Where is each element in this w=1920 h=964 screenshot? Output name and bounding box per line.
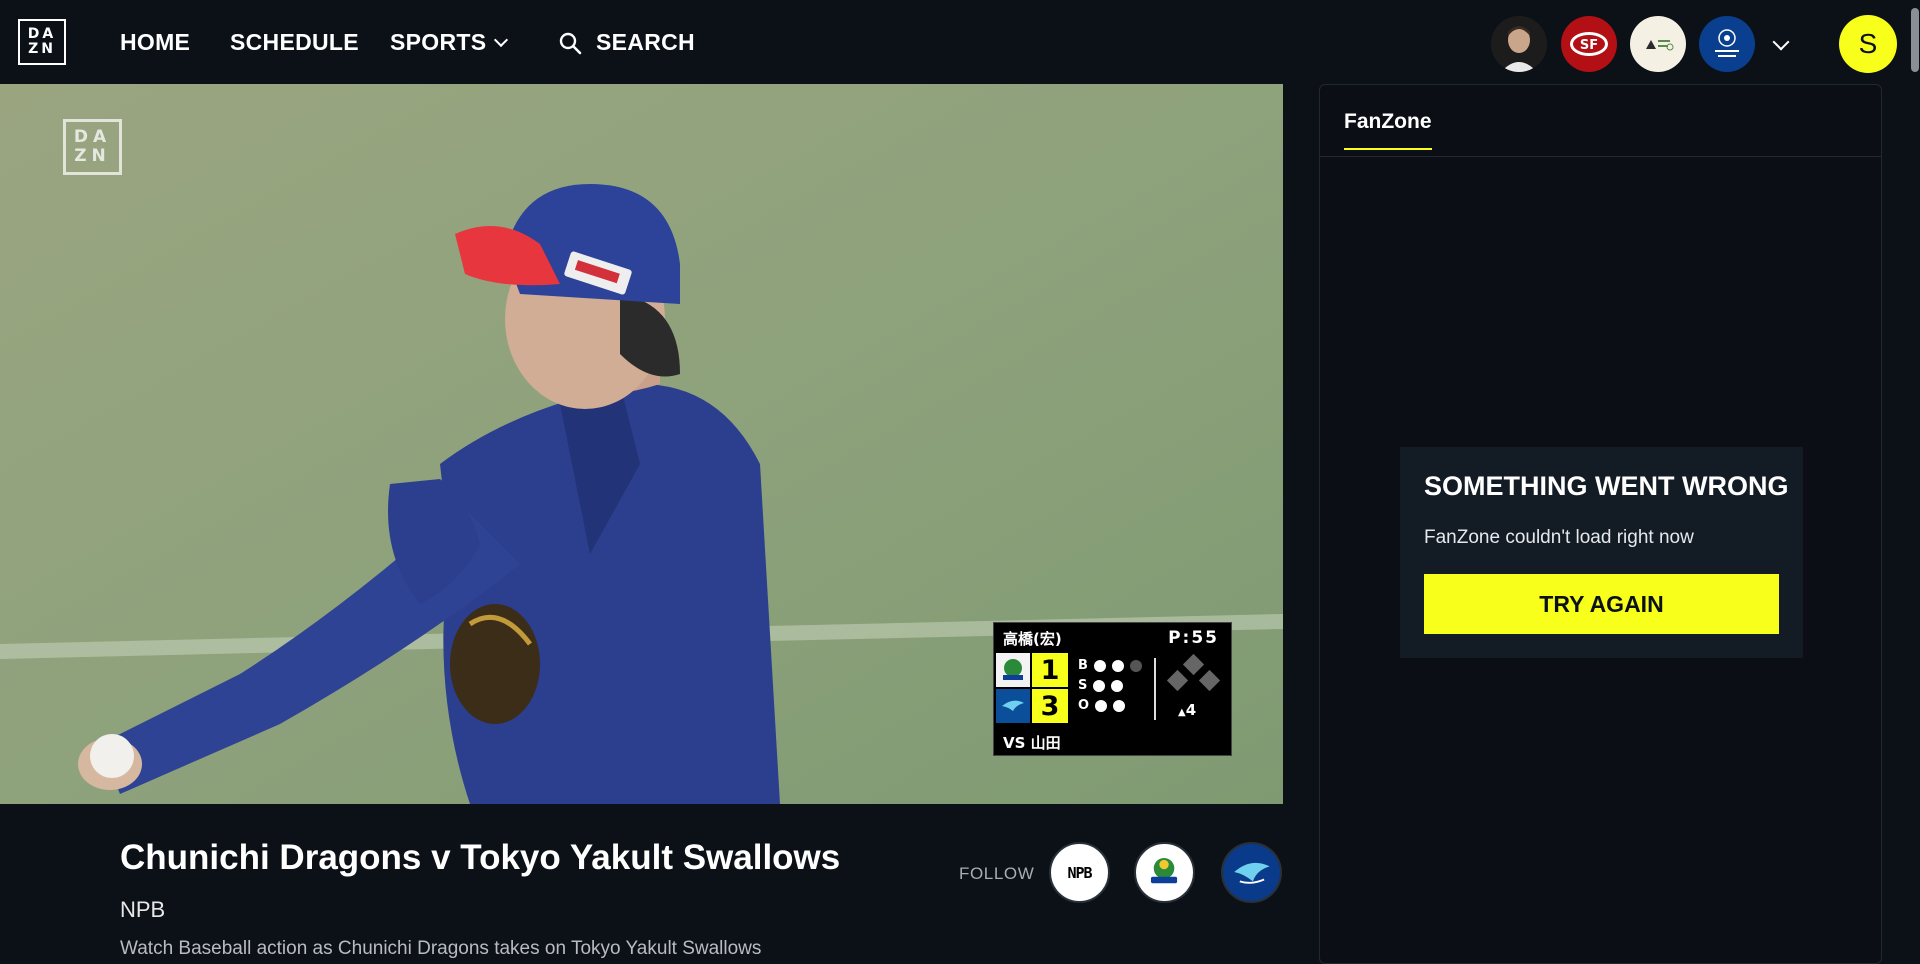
balls-label: B: [1078, 658, 1088, 673]
video-player[interactable]: DA ZN 高橋(宏) P:55 1 3 B S O ▲4 VS 山田: [0, 84, 1283, 804]
nav-sports-label: SPORTS: [390, 29, 487, 55]
event-title: Chunichi Dragons v Tokyo Yakult Swallows: [120, 838, 841, 877]
watermark-line-1: DA: [73, 127, 112, 147]
nav-search[interactable]: SEARCH: [558, 29, 695, 56]
npb-logo-text: NPB: [1067, 863, 1092, 882]
search-icon: [559, 32, 582, 54]
page-scrollbar-thumb[interactable]: [1911, 8, 1919, 72]
event-description: Watch Baseball action as Chunichi Dragon…: [120, 938, 762, 959]
champions-league-icon: [1715, 29, 1739, 57]
fanzone-panel: FanZone SOMETHING WENT WRONG FanZone cou…: [1319, 84, 1882, 964]
nav-search-label: SEARCH: [596, 29, 695, 55]
fanzone-error-card: SOMETHING WENT WRONG FanZone couldn't lo…: [1400, 447, 1803, 658]
strikes-label: S: [1078, 678, 1088, 693]
outs-label: O: [1078, 698, 1090, 713]
scoreboard-inning: ▲4: [1178, 701, 1196, 719]
scoreboard-team1-score: 1: [1032, 653, 1068, 687]
favorite-tournament[interactable]: [1630, 16, 1686, 72]
user-avatar[interactable]: S: [1839, 15, 1897, 73]
49ers-logo-icon: SF: [1570, 32, 1608, 56]
inning-number: 4: [1185, 701, 1197, 719]
scoreboard-batter: VS 山田: [1003, 734, 1061, 752]
scoreboard-balls: B: [1078, 658, 1142, 673]
out-dot-icon: [1095, 699, 1108, 712]
scoreboard-divider: [1154, 658, 1156, 720]
scoreboard-team2-score: 3: [1032, 689, 1068, 723]
nav-schedule[interactable]: SCHEDULE: [230, 29, 359, 56]
svg-text:SF: SF: [1580, 38, 1598, 53]
follow-label: FOLLOW: [959, 864, 1035, 883]
try-again-button[interactable]: TRY AGAIN: [1424, 574, 1779, 634]
favorite-champions-league[interactable]: [1699, 16, 1755, 72]
swallows-logo-icon: [1234, 862, 1270, 884]
scoreboard-pitch-count: P:55: [1168, 628, 1219, 648]
nav-home[interactable]: HOME: [120, 29, 190, 56]
error-heading: SOMETHING WENT WRONG: [1424, 471, 1789, 501]
logo-line-1: DA: [27, 26, 57, 42]
page-scrollbar-track: [1909, 0, 1920, 947]
favorite-49ers[interactable]: SF: [1561, 16, 1617, 72]
dragons-logo-icon: [1150, 858, 1178, 884]
scoreboard-overlay: 高橋(宏) P:55 1 3 B S O ▲4 VS 山田: [993, 622, 1232, 756]
tab-divider: [1320, 156, 1881, 157]
favorite-athlete[interactable]: [1491, 16, 1547, 72]
logo-line-2: ZN: [28, 41, 56, 57]
error-message: FanZone couldn't load right now: [1424, 527, 1694, 548]
inning-top-arrow-icon: ▲: [1178, 707, 1186, 718]
watermark-line-2: ZN: [74, 146, 111, 166]
chevron-down-icon: [494, 32, 509, 47]
athlete-portrait-icon: [1491, 16, 1547, 72]
tab-fanzone[interactable]: FanZone: [1344, 110, 1432, 150]
dazn-logo[interactable]: DA ZN: [18, 19, 66, 65]
swallows-logo-icon: [996, 689, 1030, 723]
event-league: NPB: [120, 897, 166, 922]
ball-dot-icon: [1111, 659, 1124, 672]
out-dot-icon: [1113, 699, 1126, 712]
strike-dot-icon: [1111, 679, 1124, 692]
follow-swallows-button[interactable]: [1221, 842, 1282, 903]
bases-diamond-icon: [1164, 653, 1224, 700]
favorites-more-chevron-icon[interactable]: [1772, 33, 1790, 51]
first-base-icon: [1198, 669, 1221, 692]
scoreboard-outs: O: [1078, 698, 1126, 713]
scoreboard-pitcher: 高橋(宏): [1003, 630, 1062, 648]
second-base-icon: [1182, 653, 1205, 676]
follow-dragons-button[interactable]: [1134, 842, 1195, 903]
ball-dot-icon: [1129, 659, 1142, 672]
follow-npb-button[interactable]: NPB: [1049, 842, 1110, 903]
scoreboard-strikes: S: [1078, 678, 1124, 693]
nav-sports[interactable]: SPORTS: [390, 29, 509, 56]
video-watermark-logo: DA ZN: [63, 119, 122, 175]
third-base-icon: [1166, 669, 1189, 692]
ball-dot-icon: [1093, 659, 1106, 672]
dragons-logo-icon: [996, 653, 1030, 687]
strike-dot-icon: [1093, 679, 1106, 692]
top-navigation: DA ZN HOME SCHEDULE SPORTS SEARCH SF S: [0, 0, 1920, 84]
tournament-logo-icon: [1646, 40, 1674, 51]
